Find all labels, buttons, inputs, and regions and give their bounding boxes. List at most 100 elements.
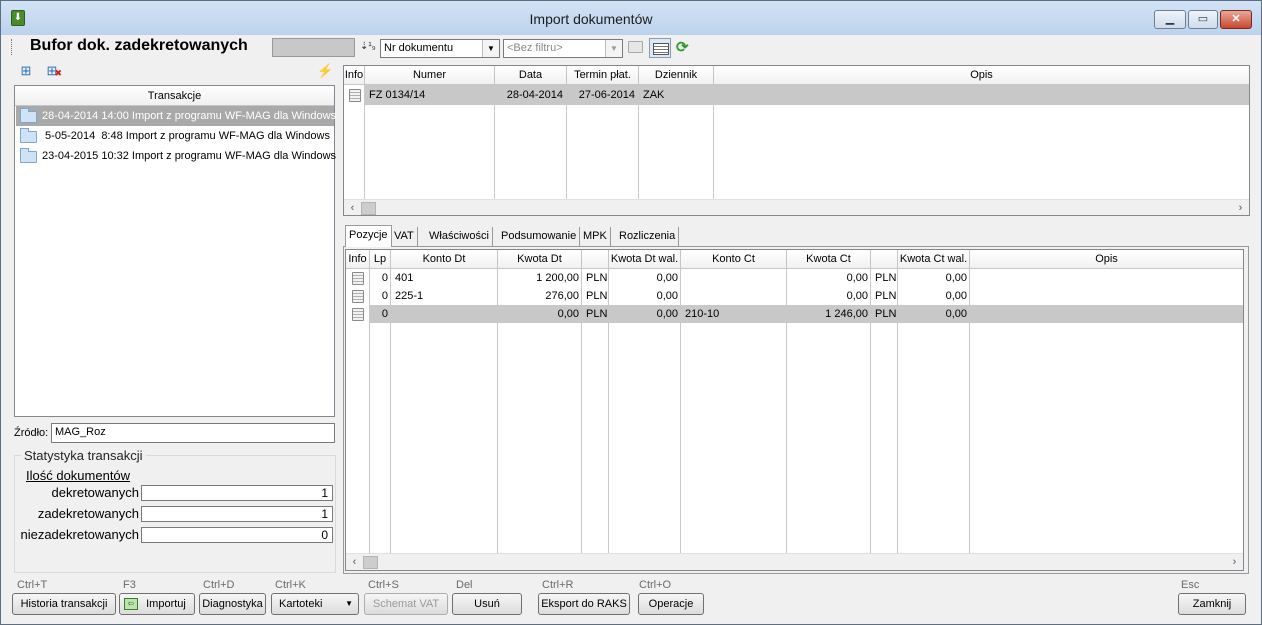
col-header-kwota-dt-wal[interactable]: Kwota Dt wal. [609, 250, 681, 269]
transaction-item[interactable]: 28-04-2014 14:00 Import z programu WF-MA… [16, 106, 336, 126]
scroll-thumb[interactable] [363, 556, 378, 569]
window-title: Import dokumentów [529, 11, 653, 27]
document-termin: 27-06-2014 [578, 89, 635, 101]
col-header-opis[interactable]: Opis [714, 66, 1249, 85]
doc-count-label: Ilość dokumentów [26, 468, 131, 483]
tab-mpk[interactable]: MPK [580, 227, 611, 247]
shortcut-kartoteki: Ctrl+K [275, 579, 306, 591]
position-kwota-dt-wal: 0,00 [656, 272, 678, 284]
documents-scrollbar[interactable]: ‹ › [344, 199, 1249, 215]
col-header-waluta-ct[interactable] [871, 250, 898, 269]
positions-grid[interactable]: Info Lp Konto Dt Kwota Dt Kwota Dt wal. … [345, 249, 1244, 571]
scroll-left-icon[interactable]: ‹ [346, 554, 363, 570]
sort-select[interactable]: Nr dokumentu ▼ [380, 39, 500, 58]
position-waluta-dt: PLN [586, 272, 608, 284]
transaction-label: 23-04-2015 10:32 Import z programu WF-MA… [42, 150, 337, 162]
kartoteki-dropdown-button[interactable]: Kartoteki ▼ [271, 593, 359, 615]
remove-transaction-icon[interactable]: ⊞ ✖ [44, 63, 62, 79]
col-header-kwota-dt[interactable]: Kwota Dt [498, 250, 582, 269]
transaction-item[interactable]: 23-04-2015 10:32 Import z programu WF-MA… [16, 146, 337, 166]
position-lp: 0 [381, 308, 388, 320]
scroll-thumb[interactable] [361, 202, 376, 215]
tab-podsumowanie[interactable]: Podsumowanie [498, 227, 581, 247]
col-header-info[interactable]: Info [346, 250, 370, 269]
close-button[interactable]: ✕ [1220, 10, 1252, 29]
shortcut-importuj: F3 [123, 579, 136, 591]
document-info-icon[interactable] [349, 89, 361, 102]
chevron-down-icon[interactable]: ▼ [482, 40, 499, 57]
col-header-info[interactable]: Info [344, 66, 365, 85]
col-header-data[interactable]: Data [495, 66, 567, 85]
lightning-icon[interactable]: ⚡ [317, 63, 333, 79]
sort-select-value: Nr dokumentu [384, 42, 454, 54]
close-dialog-button[interactable]: Zamknij [1178, 593, 1246, 615]
diagnostics-button[interactable]: Diagnostyka [199, 593, 266, 615]
refresh-icon[interactable]: ⟳ [676, 38, 689, 56]
add-transaction-icon[interactable]: ⊞ [18, 63, 34, 79]
filter-select-value: <Bez filtru> [507, 42, 563, 54]
import-icon: ⇦ [124, 598, 138, 610]
import-button-label: Importuj [146, 598, 186, 610]
tab-wlasciwosci[interactable]: Właściwości [426, 227, 493, 247]
position-konto-dt: 401 [395, 272, 414, 284]
toolbar-grip[interactable] [11, 39, 14, 55]
col-header-konto-ct[interactable]: Konto Ct [681, 250, 787, 269]
positions-scrollbar[interactable]: ‹ › [346, 553, 1243, 570]
position-kwota-dt: 276,00 [545, 290, 579, 302]
source-field[interactable]: MAG_Roz [51, 423, 335, 443]
minimize-button[interactable]: ▁ [1154, 10, 1186, 29]
scroll-right-icon[interactable]: › [1226, 554, 1243, 570]
source-label: Źródło: [14, 427, 49, 439]
position-kwota-ct: 0,00 [846, 272, 868, 284]
transactions-list[interactable]: Transakcje 28-04-2014 14:00 Import z pro… [14, 85, 337, 417]
scroll-right-icon[interactable]: › [1232, 200, 1249, 215]
open-folder-icon[interactable] [628, 41, 643, 53]
col-header-numer[interactable]: Numer [365, 66, 495, 85]
col-line [344, 85, 365, 199]
chevron-down-icon[interactable]: ▼ [605, 40, 622, 57]
position-info-icon[interactable] [352, 290, 364, 303]
stat-value-dekretowanych: 1 [141, 485, 333, 501]
transaction-item[interactable]: 5-05-2014 8:48 Import z programu WF-MAG … [16, 126, 334, 146]
position-opis [971, 269, 1241, 287]
sort-icon[interactable]: ⇣¹₉ [360, 39, 376, 55]
document-numer: FZ 0134/14 [369, 89, 426, 101]
scroll-left-icon[interactable]: ‹ [344, 200, 361, 215]
col-header-kwota-ct-wal[interactable]: Kwota Ct wal. [898, 250, 970, 269]
documents-grid[interactable]: Info Numer Data Termin płat. Dziennik Op… [343, 65, 1250, 216]
shortcut-diagnostyka: Ctrl+D [203, 579, 235, 591]
export-raks-button[interactable]: Eksport do RAKS [538, 593, 630, 615]
tab-vat[interactable]: VAT [391, 227, 418, 247]
buffer-indicator-field [272, 38, 355, 57]
tab-rozliczenia[interactable]: Rozliczenia [616, 227, 680, 247]
folder-icon [20, 108, 37, 123]
title-bar[interactable]: ⬇ Import dokumentów ▁ ▭ ✕ [1, 1, 1261, 35]
shortcut-usun: Del [456, 579, 473, 591]
col-header-lp[interactable]: Lp [370, 250, 391, 269]
operations-button[interactable]: Operacje [638, 593, 704, 615]
stat-label-zadekretowanych: zadekretowanych [37, 506, 139, 521]
vat-scheme-button[interactable]: Schemat VAT [364, 593, 448, 615]
col-header-konto-dt[interactable]: Konto Dt [391, 250, 498, 269]
grid-view-icon[interactable] [649, 38, 671, 58]
position-info-icon[interactable] [352, 272, 364, 285]
buffer-title: Bufor dok. zadekretowanych [30, 37, 248, 54]
import-button[interactable]: ⇦ Importuj [119, 593, 195, 615]
col-header-waluta-dt[interactable] [582, 250, 609, 269]
filter-select[interactable]: <Bez filtru> ▼ [503, 39, 623, 58]
shortcut-eksport: Ctrl+R [542, 579, 574, 591]
shortcut-schemat-vat: Ctrl+S [368, 579, 399, 591]
transaction-label: 5-05-2014 8:48 Import z programu WF-MAG … [42, 130, 330, 142]
position-info-icon[interactable] [352, 308, 364, 321]
col-header-opis[interactable]: Opis [970, 250, 1243, 269]
position-kwota-dt-wal: 0,00 [656, 290, 678, 302]
maximize-button[interactable]: ▭ [1188, 10, 1218, 29]
delete-button[interactable]: Usuń [452, 593, 522, 615]
tab-pozycje[interactable]: Pozycje [345, 225, 392, 247]
col-header-termin[interactable]: Termin płat. [567, 66, 639, 85]
kartoteki-label: Kartoteki [279, 598, 323, 610]
history-button[interactable]: Historia transakcji [12, 593, 116, 615]
col-header-dziennik[interactable]: Dziennik [639, 66, 714, 85]
col-header-kwota-ct[interactable]: Kwota Ct [787, 250, 871, 269]
position-waluta-ct: PLN [875, 290, 897, 302]
